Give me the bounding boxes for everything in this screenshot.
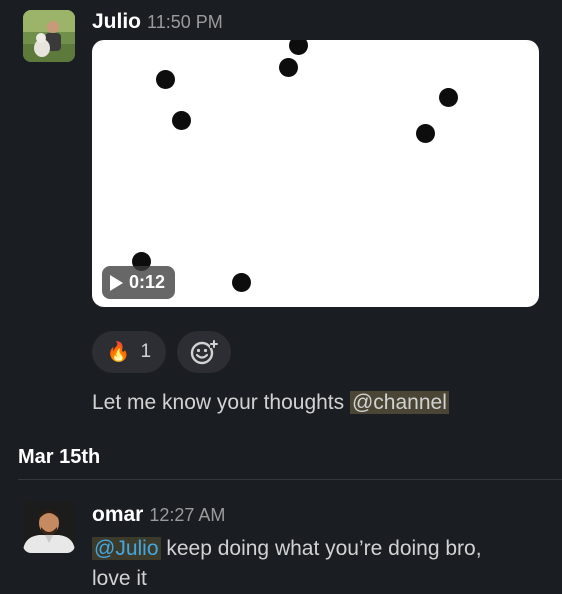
timestamp[interactable]: 12:27 AM <box>149 505 225 525</box>
video-frame-dot <box>172 111 191 130</box>
avatar-photo-julio <box>23 10 75 62</box>
channel-mention[interactable]: @channel <box>349 391 449 414</box>
message-text-line2: love it <box>92 567 147 590</box>
video-frame-dot <box>439 88 458 107</box>
avatar-omar[interactable] <box>23 501 75 553</box>
video-attachment[interactable]: 0:12 <box>92 40 539 307</box>
message-text-body: Let me know your thoughts <box>92 391 350 414</box>
fire-emoji: 🔥 <box>106 342 131 363</box>
timestamp[interactable]: 11:50 PM <box>147 12 223 32</box>
author-name[interactable]: Julio <box>92 10 141 33</box>
avatar-julio[interactable] <box>23 10 75 62</box>
play-icon <box>110 274 123 291</box>
video-frame-dot <box>416 124 435 143</box>
video-duration: 0:12 <box>129 272 166 292</box>
video-frame-dot <box>289 40 308 55</box>
video-duration-badge[interactable]: 0:12 <box>102 266 176 299</box>
add-reaction-button[interactable] <box>177 331 231 373</box>
message-text-line1: keep doing what you’re doing bro, <box>160 537 482 560</box>
video-frame-dot <box>232 273 251 292</box>
message-header: omar 12:27 AM <box>92 503 225 527</box>
reactions-bar: 🔥 1 <box>92 331 231 373</box>
message-text: @Julio keep doing what you’re doing bro,… <box>92 534 482 594</box>
message-header: Julio 11:50 PM <box>92 10 223 34</box>
add-reaction-icon <box>190 340 218 365</box>
video-frame-dot <box>279 58 298 77</box>
user-mention[interactable]: @Julio <box>92 537 161 560</box>
reaction-fire[interactable]: 🔥 1 <box>92 331 166 373</box>
date-divider-line <box>18 479 562 480</box>
video-frame-dot <box>156 70 175 89</box>
reaction-count: 1 <box>140 341 152 362</box>
author-name[interactable]: omar <box>92 503 143 526</box>
avatar-photo-omar <box>23 501 75 553</box>
date-divider-label[interactable]: Mar 15th <box>18 446 100 469</box>
message-text: Let me know your thoughts @channel <box>92 388 449 418</box>
